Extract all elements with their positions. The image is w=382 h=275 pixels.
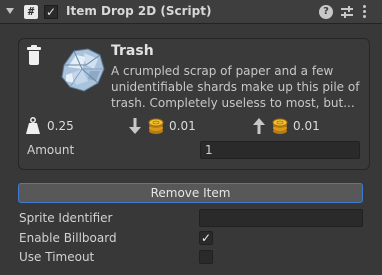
component-enabled-checkbox[interactable]: ✓ [44, 5, 58, 19]
item-name: Trash [111, 43, 154, 59]
weight-stat: 0.25 [25, 117, 85, 135]
sell-value-stat: 0.01 [129, 117, 219, 135]
component-title: Item Drop 2D (Script) [66, 4, 212, 18]
enable-billboard-label: Enable Billboard [19, 231, 117, 245]
buy-value: 0.01 [293, 119, 320, 133]
help-icon[interactable]: ? [319, 5, 333, 19]
sprite-identifier-label: Sprite Identifier [19, 211, 113, 225]
collapse-chevron-icon[interactable] [6, 8, 14, 14]
component-header: # ✓ Item Drop 2D (Script) ? [0, 0, 382, 24]
weight-icon [26, 117, 40, 134]
script-icon: # [24, 5, 38, 19]
item-description-line: A crumpled scrap of paper and a few [111, 64, 334, 78]
arrow-down-icon [129, 118, 141, 134]
item-description-line: trash. Completely useless to most, but..… [111, 96, 355, 110]
item-description-line: unidentifiable shards make up this pile … [111, 80, 360, 94]
sprite-identifier-field[interactable] [199, 209, 363, 227]
item-card: Trash A crumpled scrap of paper and a fe… [18, 38, 370, 170]
buy-value-stat: 0.01 [253, 117, 343, 135]
sell-value: 0.01 [169, 119, 196, 133]
crumpled-paper-image [61, 48, 105, 92]
use-timeout-checkbox[interactable] [199, 250, 213, 264]
remove-item-button[interactable]: Remove Item [18, 183, 363, 203]
coin-stack-icon [272, 118, 288, 134]
weight-value: 0.25 [47, 119, 74, 133]
enable-billboard-checkbox[interactable]: ✓ [199, 231, 213, 245]
presets-icon[interactable] [340, 5, 354, 19]
item-description: A crumpled scrap of paper and a few unid… [111, 63, 367, 111]
amount-label: Amount [27, 143, 75, 157]
use-timeout-label: Use Timeout [19, 250, 95, 264]
amount-field[interactable]: 1 [200, 141, 360, 159]
more-options-icon[interactable] [360, 5, 368, 19]
coin-stack-icon [148, 118, 164, 134]
trash-icon[interactable] [27, 45, 41, 65]
arrow-up-icon [253, 118, 265, 134]
